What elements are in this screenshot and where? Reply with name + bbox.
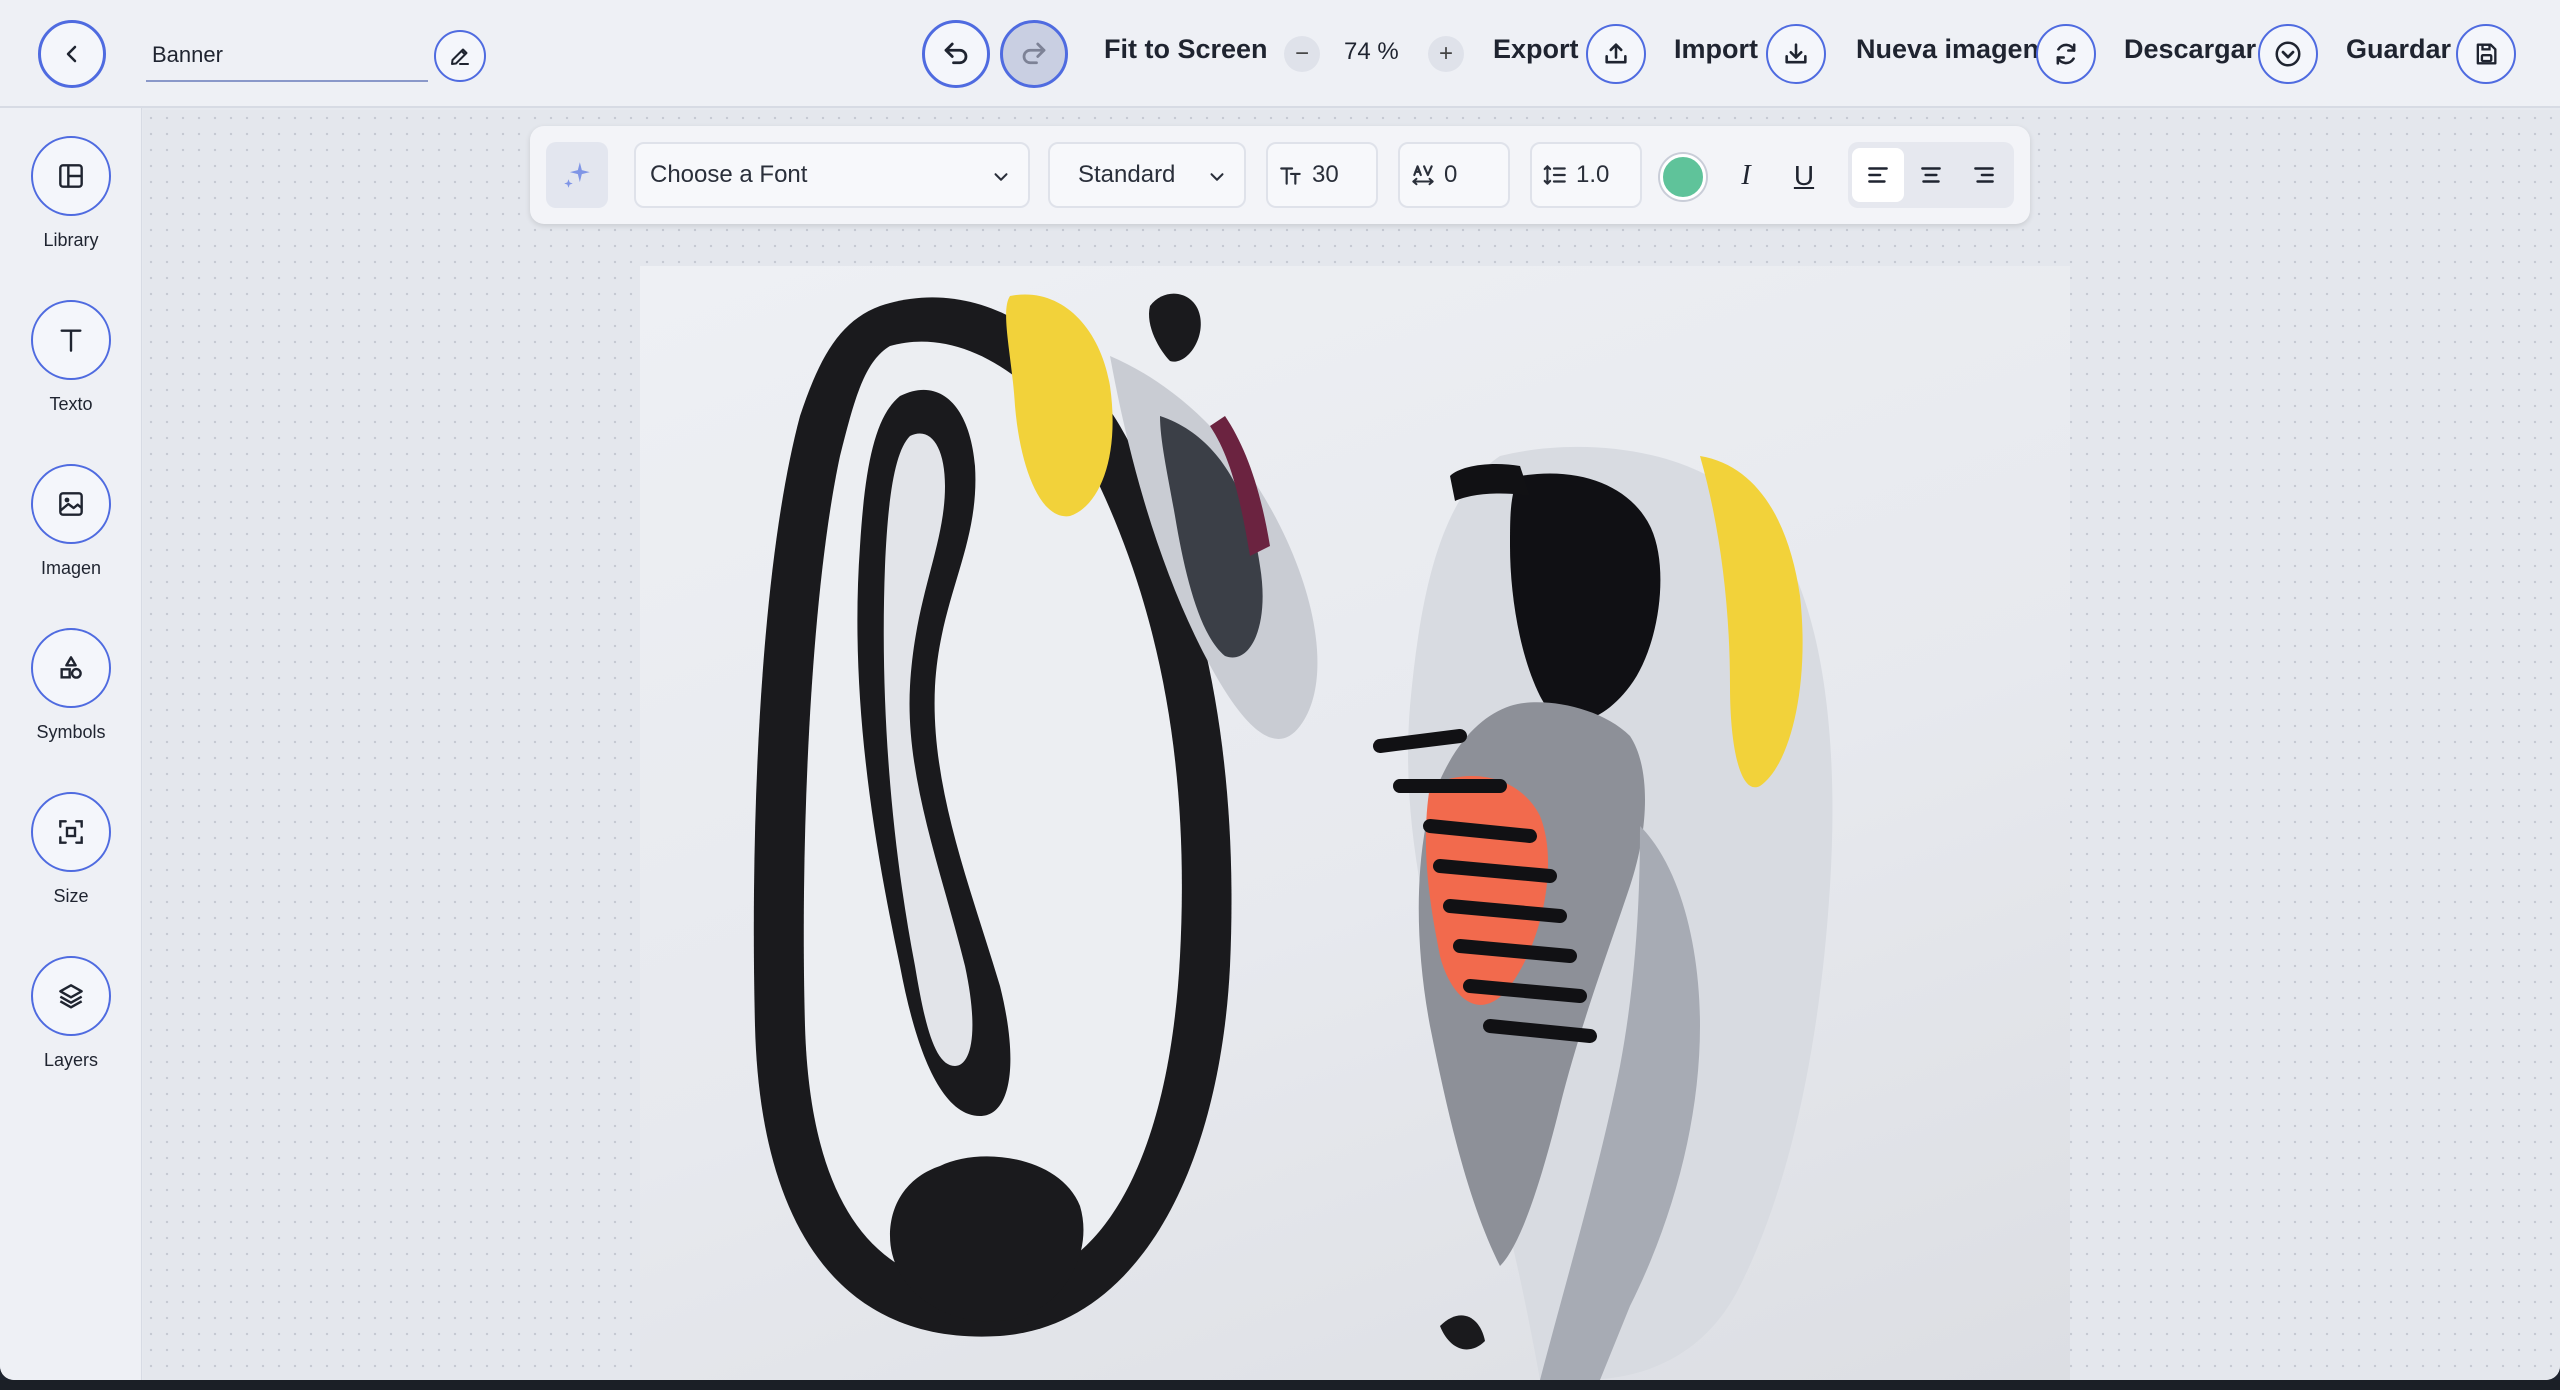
- letter-spacing-icon: [1412, 165, 1434, 186]
- library-button[interactable]: [31, 136, 111, 216]
- text-toolbar: Choose a Font Standard 30 0 1.0 I U: [530, 126, 2030, 224]
- align-right-icon: [1974, 167, 1994, 183]
- upload-icon: [1605, 43, 1627, 64]
- app-window: Fit to Screen − 74 % + Export Import Nue…: [0, 0, 2560, 1380]
- sidebar: Library Texto Imagen Symbols Size Layers: [0, 108, 142, 1380]
- layers-button[interactable]: [31, 956, 111, 1036]
- sneakers-image[interactable]: [640, 266, 2070, 1380]
- letter-spacing-input[interactable]: 0: [1398, 142, 1510, 208]
- font-family-select[interactable]: Choose a Font: [634, 142, 1030, 208]
- right-sneaker: [1373, 446, 1833, 1380]
- size-button[interactable]: [31, 792, 111, 872]
- sidebar-item-layers[interactable]: Layers: [0, 956, 142, 1071]
- symbols-icon: [60, 656, 82, 679]
- sidebar-item-label: Size: [53, 886, 89, 906]
- font-select-value: Choose a Font: [650, 161, 808, 188]
- fit-to-screen-button[interactable]: Fit to Screen: [1104, 34, 1268, 65]
- alignment-group: [1848, 142, 2014, 208]
- size-icon: [59, 820, 83, 844]
- window-bottom-edge: [0, 1380, 2560, 1390]
- zoom-level: 74 %: [1344, 38, 1399, 65]
- letter-spacing-value: 0: [1444, 161, 1458, 188]
- text-icon: [60, 329, 82, 352]
- save-label[interactable]: Guardar: [2346, 34, 2451, 65]
- line-height-value: 1.0: [1576, 161, 1610, 188]
- import-label[interactable]: Import: [1674, 34, 1758, 65]
- undo-button[interactable]: [922, 20, 990, 88]
- chevron-left-icon: [66, 45, 77, 63]
- sidebar-item-size[interactable]: Size: [0, 792, 142, 907]
- edit-title-button[interactable]: [434, 30, 486, 82]
- italic-button[interactable]: I: [1726, 156, 1766, 196]
- line-height-icon: [1543, 165, 1566, 185]
- font-size-icon: [1280, 167, 1301, 185]
- zoom-in-button[interactable]: +: [1428, 36, 1464, 72]
- text-button[interactable]: [31, 300, 111, 380]
- font-size-value: 30: [1312, 161, 1339, 188]
- image-icon: [59, 492, 83, 516]
- sidebar-item-label: Texto: [49, 394, 93, 414]
- sidebar-item-label: Imagen: [40, 558, 102, 578]
- left-sneaker: [753, 293, 1318, 1337]
- sidebar-item-label: Layers: [43, 1050, 99, 1070]
- chevron-down-icon: [1210, 173, 1224, 181]
- align-center-icon: [1921, 167, 1941, 183]
- new-image-button[interactable]: [2036, 24, 2096, 84]
- align-right-button[interactable]: [1958, 148, 2010, 202]
- chevron-down-circle-icon: [2275, 41, 2301, 67]
- redo-button[interactable]: [1000, 20, 1068, 88]
- layers-icon: [59, 984, 83, 1009]
- refresh-icon: [2056, 43, 2076, 65]
- font-style-select[interactable]: Standard: [1048, 142, 1246, 208]
- font-size-input[interactable]: 30: [1266, 142, 1378, 208]
- chevron-down-icon: [994, 173, 1008, 181]
- sidebar-item-label: Symbols: [36, 722, 106, 742]
- save-icon: [2476, 43, 2497, 65]
- import-button[interactable]: [1766, 24, 1826, 84]
- sidebar-item-symbols[interactable]: Symbols: [0, 628, 142, 743]
- symbols-button[interactable]: [31, 628, 111, 708]
- new-image-label[interactable]: Nueva imagen: [1856, 34, 2039, 65]
- sidebar-item-library[interactable]: Library: [0, 136, 142, 251]
- back-button[interactable]: [38, 20, 106, 88]
- underline-button[interactable]: U: [1784, 156, 1824, 196]
- text-color-swatch[interactable]: [1660, 154, 1706, 200]
- align-left-button[interactable]: [1852, 148, 1904, 202]
- pencil-icon: [451, 48, 469, 65]
- top-bar: Fit to Screen − 74 % + Export Import Nue…: [0, 0, 2560, 108]
- ai-magic-button[interactable]: [546, 142, 608, 208]
- download-icon: [1785, 43, 1807, 64]
- image-button[interactable]: [31, 464, 111, 544]
- line-height-input[interactable]: 1.0: [1530, 142, 1642, 208]
- artboard[interactable]: [640, 266, 2070, 1380]
- undo-icon: [944, 42, 968, 65]
- align-left-icon: [1868, 167, 1888, 183]
- sparkle-icon: [564, 162, 590, 188]
- sidebar-item-texto[interactable]: Texto: [0, 300, 142, 415]
- redo-icon: [1022, 42, 1046, 65]
- style-select-value: Standard: [1078, 161, 1176, 188]
- export-label[interactable]: Export: [1493, 34, 1579, 65]
- sidebar-item-imagen[interactable]: Imagen: [0, 464, 142, 579]
- save-button[interactable]: [2456, 24, 2516, 84]
- download-menu-button[interactable]: [2258, 24, 2318, 84]
- sidebar-item-label: Library: [43, 230, 99, 250]
- project-title-input[interactable]: [146, 30, 428, 82]
- export-button[interactable]: [1586, 24, 1646, 84]
- align-center-button[interactable]: [1905, 148, 1957, 202]
- download-label[interactable]: Descargar: [2124, 34, 2256, 65]
- zoom-out-button[interactable]: −: [1284, 36, 1320, 72]
- library-icon: [59, 164, 83, 188]
